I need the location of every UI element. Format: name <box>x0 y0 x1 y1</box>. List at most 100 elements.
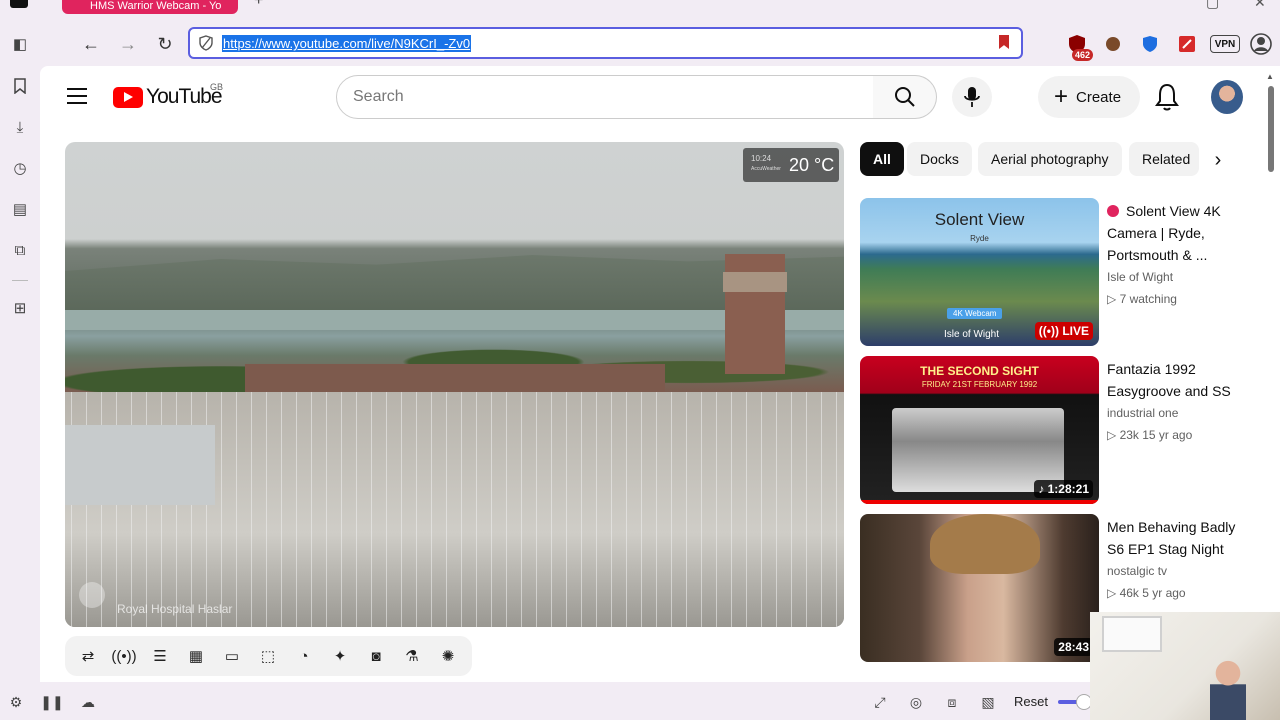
video-meta-text: 7 watching <box>1119 292 1177 306</box>
crop-icon[interactable]: ⬚ <box>257 645 279 667</box>
video-title-text: Solent View 4K Camera | Ryde, Portsmouth… <box>1107 203 1221 263</box>
channel-name[interactable]: nostalgic tv <box>1107 564 1167 578</box>
video-player[interactable]: 10:24 AccuWeather 20 °C Royal Hospital H… <box>65 142 844 627</box>
video-meta-text: 46k 5 yr ago <box>1119 586 1186 600</box>
panel-toggle-icon[interactable]: ◧ <box>10 34 30 54</box>
gear-icon[interactable]: ✺ <box>437 645 459 667</box>
create-label: Create <box>1076 88 1122 106</box>
weather-time: 10:24 <box>751 154 772 163</box>
image-toggle-icon[interactable]: ▧ <box>978 692 998 712</box>
cloud-icon[interactable]: ☁ <box>78 692 98 712</box>
voice-search-button[interactable] <box>952 77 992 117</box>
add-panel-icon[interactable]: ⊞ <box>10 298 30 318</box>
shield-extension-icon[interactable] <box>1139 33 1161 55</box>
notes-icon[interactable]: ▤ <box>10 199 30 219</box>
thumbnail-title: Solent View <box>934 210 1025 229</box>
address-bar[interactable]: https://www.youtube.com/live/N9KCrI_-Zv0 <box>188 27 1023 59</box>
menu-icon[interactable] <box>67 88 87 104</box>
scroll-up-arrow[interactable]: ▲ <box>1266 72 1274 81</box>
recommendation-item[interactable]: THE SECOND SIGHT FRIDAY 21ST FEBRUARY 19… <box>860 356 1260 504</box>
translate-icon[interactable]: ⧉ <box>10 240 30 260</box>
extension-count-badge: 462 <box>1072 49 1094 61</box>
back-icon[interactable]: ← <box>78 32 104 56</box>
reload-icon[interactable]: ↻ <box>152 32 178 56</box>
channel-name[interactable]: industrial one <box>1107 406 1178 420</box>
forward-icon[interactable]: → <box>115 32 141 56</box>
chip-related[interactable]: Related <box>1129 142 1199 176</box>
video-thumbnail[interactable]: THE SECOND SIGHT FRIDAY 21ST FEBRUARY 19… <box>860 356 1099 504</box>
duration-badge: 28:43 <box>1054 638 1093 656</box>
fullscreen-icon[interactable]: ⤢ <box>870 692 890 712</box>
bookmark-icon[interactable] <box>999 35 1009 49</box>
speed-icon[interactable]: ◔ <box>293 645 315 667</box>
new-tab-icon[interactable]: + <box>254 0 263 10</box>
browser-toolbar: ← → ↻ https://www.youtube.com/live/N9KCr… <box>0 22 1280 66</box>
video-tower-roof <box>723 272 787 292</box>
minimize-icon[interactable]: ▢ <box>1206 0 1219 11</box>
video-meta-text: 23k 15 yr ago <box>1119 428 1193 442</box>
thumbnail-person <box>930 514 1040 574</box>
pdf-extension-icon[interactable] <box>1176 33 1198 55</box>
recommendation-item[interactable]: Solent View Ryde 4K Webcam Isle of Wight… <box>860 198 1260 346</box>
video-title[interactable]: Solent View 4K Camera | Ryde, Portsmouth… <box>1107 200 1247 266</box>
lab-flask-icon[interactable]: ⚗ <box>401 645 423 667</box>
video-title[interactable]: Fantazia 1992 Easygroove and SS <box>1107 358 1247 402</box>
webcam-background-frame <box>1102 616 1162 652</box>
channel-name[interactable]: Isle of Wight <box>1107 270 1173 284</box>
profile-icon[interactable] <box>1250 33 1272 55</box>
playback-settings-icon[interactable]: ☰ <box>149 645 171 667</box>
screenshot-icon[interactable]: ◙ <box>365 645 387 667</box>
weather-overlay: 10:24 AccuWeather 20 °C <box>743 148 839 182</box>
video-meta: ▷ 23k 15 yr ago <box>1107 428 1193 442</box>
live-indicator-icon <box>1107 205 1119 217</box>
shield-icon[interactable] <box>198 35 214 51</box>
youtube-play-icon <box>113 86 143 108</box>
bookmarks-icon[interactable] <box>10 76 30 96</box>
tiling-icon[interactable]: ⧈ <box>942 692 962 712</box>
live-badge: ((•)) LIVE <box>1034 322 1093 340</box>
video-thumbnail[interactable]: 28:43 <box>860 514 1099 662</box>
search-icon <box>894 87 915 107</box>
capture-icon[interactable]: ◎ <box>906 692 926 712</box>
browser-logo-icon[interactable] <box>10 0 28 8</box>
video-title[interactable]: Men Behaving Badly S6 EP1 Stag Night <box>1107 516 1247 560</box>
chip-aerial-photography[interactable]: Aerial photography <box>978 142 1122 176</box>
cookie-extension-icon[interactable] <box>1102 33 1124 55</box>
thumbnail-subtitle: Ryde <box>970 234 989 243</box>
url-text[interactable]: https://www.youtube.com/live/N9KCrI_-Zv0 <box>222 35 472 52</box>
youtube-logo[interactable]: YouTube <box>113 85 223 109</box>
search-input[interactable]: Search <box>336 75 874 119</box>
active-tab[interactable]: HMS Warrior Webcam - Yo <box>62 0 238 14</box>
notifications-bell-icon[interactable] <box>1154 82 1180 112</box>
webcam-person <box>1210 660 1246 720</box>
chip-all[interactable]: All <box>860 142 904 176</box>
zoom-reset-button[interactable]: Reset <box>1014 694 1048 709</box>
tab-strip: HMS Warrior Webcam - Yo + ▢ ✕ <box>0 0 1280 22</box>
webcam-overlay <box>1090 612 1280 720</box>
thumbnail-subtitle: FRIDAY 21ST FEBRUARY 1992 <box>921 380 1038 389</box>
watched-progress-bar <box>860 500 1099 504</box>
pause-icon[interactable]: ❚❚ <box>40 692 63 712</box>
history-icon[interactable]: ◷ <box>10 158 30 178</box>
page-scrollbar[interactable] <box>1268 86 1274 172</box>
close-window-icon[interactable]: ✕ <box>1254 0 1266 11</box>
broadcast-icon[interactable]: ((•)) <box>111 645 136 667</box>
browser-sidebar: ◧ ⤓ ◷ ▤ ⧉ ⊞ <box>0 22 40 702</box>
picture-in-picture-icon[interactable]: ▭ <box>221 645 243 667</box>
create-button[interactable]: + Create <box>1038 76 1140 118</box>
enhance-icon[interactable]: ✦ <box>329 645 351 667</box>
plus-icon: + <box>1054 83 1069 110</box>
chip-docks[interactable]: Docks <box>907 142 972 176</box>
settings-icon[interactable]: ⚙ <box>6 692 26 712</box>
weather-temperature: 20 °C <box>789 155 835 175</box>
avatar[interactable] <box>1211 80 1243 114</box>
search-placeholder: Search <box>353 88 404 105</box>
loop-icon[interactable]: ⇄ <box>77 645 99 667</box>
video-thumbnail[interactable]: Solent View Ryde 4K Webcam Isle of Wight… <box>860 198 1099 346</box>
search-button[interactable] <box>873 75 937 119</box>
chevron-right-icon[interactable]: › <box>1202 144 1234 176</box>
clapperboard-icon[interactable]: ▦ <box>185 645 207 667</box>
downloads-icon[interactable]: ⤓ <box>10 117 30 137</box>
vpn-button[interactable]: VPN <box>1210 35 1240 53</box>
video-watermark: Royal Hospital Haslar <box>117 602 233 616</box>
